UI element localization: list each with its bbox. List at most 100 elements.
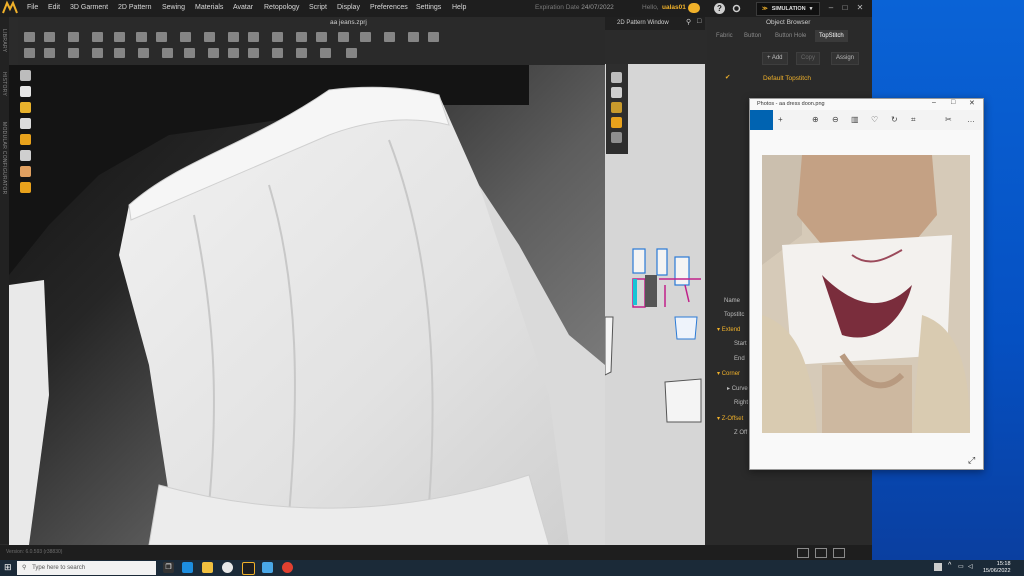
menu-settings[interactable]: Settings [416,4,441,11]
simulation-button[interactable]: ≫ SIMULATION ▾ [756,2,820,16]
toolbar-tool-icon[interactable] [114,48,125,58]
close-icon[interactable]: ✕ [855,3,865,13]
pin-icon[interactable]: ⚲ [686,18,691,26]
globe-tool-icon[interactable] [20,182,31,193]
tab-button[interactable]: Button [744,30,761,42]
toolbar-tool-icon[interactable] [162,48,173,58]
menu-materials[interactable]: Materials [195,4,223,11]
toolbar-tool-icon[interactable] [24,32,35,42]
toolbar-tool-icon[interactable] [316,32,327,42]
rotate-icon[interactable]: ↻ [891,115,898,124]
pattern-tool-icon[interactable] [611,102,622,113]
toolbar-tool-icon[interactable] [136,32,147,42]
history-tab[interactable]: HISTORY [1,72,7,96]
zoom-in-icon[interactable]: ⊕ [812,115,819,124]
view-single-icon[interactable] [797,548,809,558]
toolbar-tool-icon[interactable] [408,32,419,42]
settings-icon[interactable] [731,3,742,14]
toolbar-tool-icon[interactable] [320,48,331,58]
add-icon[interactable]: + [778,115,783,124]
task-view-icon[interactable]: ❐ [163,562,174,573]
garment-tool-icon[interactable] [20,86,31,97]
toolbar-tool-icon[interactable] [204,32,215,42]
section-z-offset[interactable]: ▾ Z-Offset [717,415,743,422]
chrome-icon[interactable] [282,562,293,573]
avatar-tool-icon[interactable] [20,70,31,81]
marvelous-designer-icon[interactable] [242,562,255,575]
menu-avatar[interactable]: Avatar [233,4,253,11]
toolbar-tool-icon[interactable] [360,32,371,42]
volume-icon[interactable]: ◁ [968,563,973,570]
menu-sewing[interactable]: Sewing [162,4,185,11]
add-button[interactable]: + Add [762,52,788,65]
menu-retopology[interactable]: Retopology [264,4,299,11]
chevron-up-icon[interactable]: ^ [948,562,951,569]
menu-help[interactable]: Help [452,4,466,11]
more-icon[interactable]: … [967,115,975,124]
pin-tool-icon[interactable] [20,102,31,113]
pattern-tool-icon[interactable] [611,117,622,128]
toolbar-tool-icon[interactable] [228,48,239,58]
copy-button[interactable]: Copy [796,52,821,65]
start-icon[interactable]: ⊞ [4,562,12,573]
toolbar-tool-icon[interactable] [296,32,307,42]
clock[interactable]: 15:18 15/06/2022 [983,561,1011,575]
toolbar-tool-icon[interactable] [346,48,357,58]
assign-button[interactable]: Assign [831,52,860,65]
tray-icon[interactable] [934,563,942,571]
tab-topstitch[interactable]: TopStitch [815,30,848,42]
file-explorer-icon[interactable] [202,562,213,573]
toolbar-tool-icon[interactable] [68,32,79,42]
maximize-icon[interactable]: □ [840,3,850,13]
person-tool-icon[interactable] [20,118,31,129]
hand-tool-icon[interactable] [20,134,31,145]
photos-minimize-icon[interactable]: – [932,99,936,106]
section-corner[interactable]: ▾ Corner [717,370,740,377]
help-icon[interactable]: ? [714,3,725,14]
toolbar-tool-icon[interactable] [248,32,259,42]
toolbar-tool-icon[interactable] [208,48,219,58]
toolbar-tool-icon[interactable] [184,48,195,58]
tab-button-hole[interactable]: Button Hole [775,30,806,42]
3d-viewport[interactable] [9,65,605,545]
toolbar-tool-icon[interactable] [44,32,55,42]
expand-icon[interactable]: ⤢ [968,455,975,466]
edit-icon[interactable]: ✂ [945,115,952,124]
taskbar-search[interactable]: ⚲ Type here to search [17,561,156,575]
user-name[interactable]: ualas01 [662,4,686,11]
pattern-tool-icon[interactable] [611,87,622,98]
skin-tool-icon[interactable] [20,166,31,177]
menu-script[interactable]: Script [309,4,327,11]
cloud-icon[interactable] [688,3,700,13]
toolbar-tool-icon[interactable] [296,48,307,58]
photos-maximize-icon[interactable]: □ [951,99,955,106]
toolbar-tool-icon[interactable] [138,48,149,58]
menu-preferences[interactable]: Preferences [370,4,408,11]
view-split-icon[interactable] [815,548,827,558]
toolbar-tool-icon[interactable] [92,32,103,42]
prop-curve[interactable]: ▸ Curve [727,385,748,392]
toolbar-tool-icon[interactable] [248,48,259,58]
toolbar-tool-icon[interactable] [114,32,125,42]
menu-2d-pattern[interactable]: 2D Pattern [118,4,151,11]
toolbar-tool-icon[interactable] [272,48,283,58]
menu-3d-garment[interactable]: 3D Garment [70,4,108,11]
toolbar-tool-icon[interactable] [24,48,35,58]
pattern-tool-icon[interactable] [611,72,622,83]
library-tab[interactable]: LIBRARY [1,29,7,52]
view-triple-icon[interactable] [833,548,845,558]
modular-configurator-tab[interactable]: MODULAR CONFIGURATOR [1,122,7,194]
tab-fabric[interactable]: Fabric [716,30,733,42]
photos-view-button[interactable] [750,110,773,130]
toolbar-tool-icon[interactable] [228,32,239,42]
toolbar-tool-icon[interactable] [428,32,439,42]
photos-close-icon[interactable]: ✕ [969,99,975,107]
toolbar-tool-icon[interactable] [338,32,349,42]
favorite-icon[interactable]: ♡ [871,115,878,124]
minimize-icon[interactable]: – [826,3,836,13]
network-icon[interactable]: ▭ [958,563,964,570]
toolbar-tool-icon[interactable] [156,32,167,42]
toolbar-tool-icon[interactable] [44,48,55,58]
edge-icon[interactable] [182,562,193,573]
crop-icon[interactable]: ⌗ [911,115,916,125]
